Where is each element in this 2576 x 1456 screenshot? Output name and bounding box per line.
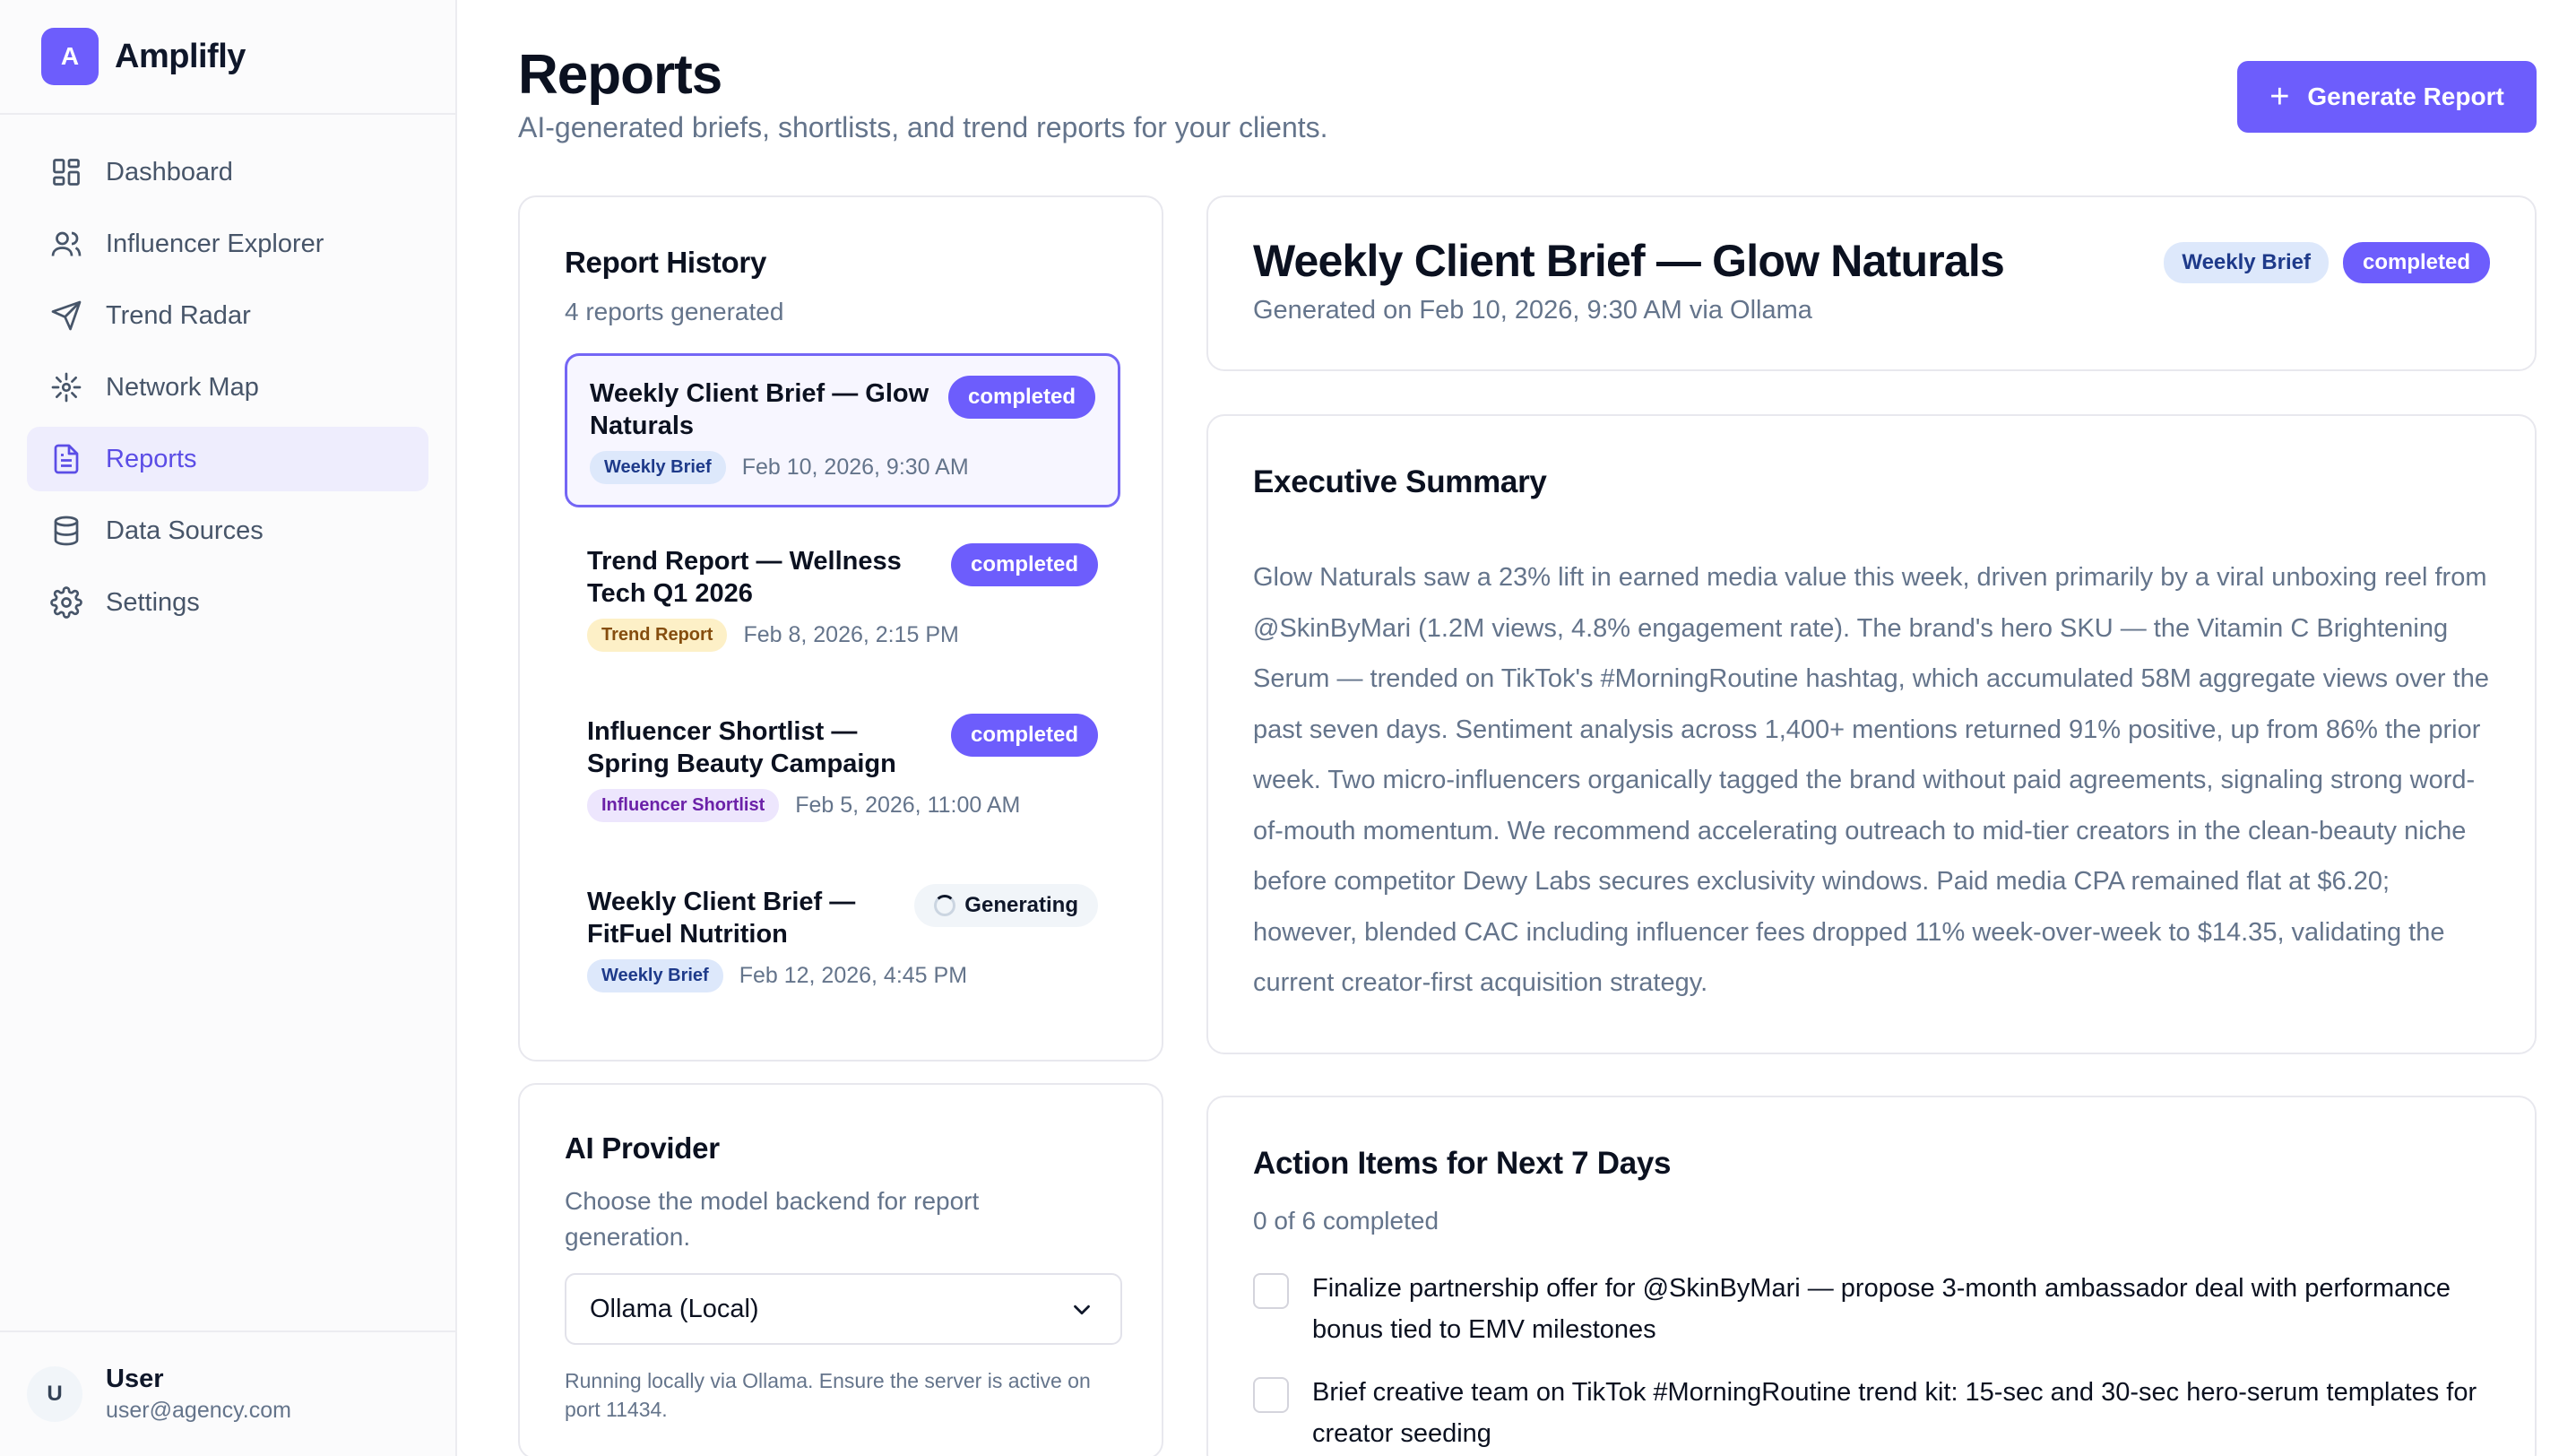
brand-name: Amplifly <box>115 37 246 75</box>
user-name: User <box>106 1365 164 1393</box>
database-icon <box>48 513 84 549</box>
sidebar-item-label: Trend Radar <box>106 300 251 330</box>
report-item-title: Weekly Client Brief — Glow Naturals <box>590 379 929 440</box>
report-badges: Weekly Brief completed <box>2164 242 2490 283</box>
report-type-badge: Weekly Brief <box>590 451 726 484</box>
users-icon <box>48 226 84 262</box>
report-history-item[interactable]: Trend Report — Wellness Tech Q1 2026 com… <box>565 524 1120 678</box>
user-meta: User user@agency.com <box>106 1365 291 1424</box>
action-items-title: Action Items for Next 7 Days <box>1253 1146 1672 1181</box>
report-history-item[interactable]: Weekly Client Brief — FitFuel Nutrition … <box>565 864 1120 1018</box>
gear-icon <box>48 585 84 620</box>
report-generated-info: Generated on Feb 10, 2026, 9:30 AM via O… <box>1253 296 1812 325</box>
action-items-progress: 0 of 6 completed <box>1253 1207 1439 1235</box>
spinner-icon <box>934 895 956 916</box>
report-item-date: Feb 8, 2026, 2:15 PM <box>743 622 959 647</box>
sidebar-item-influencer-explorer[interactable]: Influencer Explorer <box>27 212 428 276</box>
report-type-badge: Weekly Brief <box>587 959 723 992</box>
status-badge: completed <box>2342 242 2490 283</box>
sidebar-item-label: Reports <box>106 444 197 473</box>
ai-provider-hint: Running locally via Ollama. Ensure the s… <box>565 1369 1091 1421</box>
report-item-date: Feb 12, 2026, 4:45 PM <box>739 963 968 988</box>
report-type-badge: Trend Report <box>587 619 728 652</box>
plus-icon: + <box>2269 78 2290 116</box>
sidebar-item-label: Network Map <box>106 372 259 402</box>
report-item-meta: Weekly Brief Feb 10, 2026, 9:30 AM <box>590 451 969 484</box>
action-item-checkbox[interactable] <box>1253 1377 1289 1413</box>
sidebar-item-label: Influencer Explorer <box>106 229 324 258</box>
dashboard-grid-icon <box>48 154 84 190</box>
action-item-text: Finalize partnership offer for @SkinByMa… <box>1312 1274 2451 1344</box>
avatar: U <box>27 1366 82 1422</box>
status-badge: completed <box>950 714 1098 757</box>
report-history-title: Report History <box>565 246 766 279</box>
network-icon <box>48 369 84 405</box>
brand-logo: A <box>41 28 99 85</box>
status-badge: Generating <box>914 884 1098 927</box>
page-subtitle: AI-generated briefs, shortlists, and tre… <box>518 111 1328 143</box>
user-email: user@agency.com <box>106 1398 291 1423</box>
sidebar-item-settings[interactable]: Settings <box>27 570 428 635</box>
report-type-badge: Weekly Brief <box>2164 242 2329 283</box>
sidebar-item-label: Data Sources <box>106 516 264 545</box>
page-title: Reports <box>518 44 722 106</box>
sidebar-item-label: Settings <box>106 587 200 617</box>
sidebar-item-data-sources[interactable]: Data Sources <box>27 498 428 563</box>
file-text-icon <box>48 441 84 477</box>
sidebar-item-reports[interactable]: Reports <box>27 427 428 491</box>
report-item-title: Influencer Shortlist — Spring Beauty Cam… <box>587 717 896 778</box>
sidebar-item-label: Dashboard <box>106 157 233 186</box>
report-history-count: 4 reports generated <box>565 298 784 325</box>
user-profile[interactable]: U User user@agency.com <box>0 1330 455 1456</box>
report-history-card: Report History 4 reports generated Weekl… <box>518 195 1163 1062</box>
sidebar-item-dashboard[interactable]: Dashboard <box>27 140 428 204</box>
report-item-meta: Influencer Shortlist Feb 5, 2026, 11:00 … <box>587 789 1020 822</box>
report-type-badge: Influencer Shortlist <box>587 789 780 822</box>
generate-report-button[interactable]: + Generate Report <box>2237 61 2537 133</box>
report-item-title: Trend Report — Wellness Tech Q1 2026 <box>587 547 902 608</box>
status-badge: completed <box>950 543 1098 586</box>
send-icon <box>48 298 84 334</box>
ai-provider-title: AI Provider <box>565 1131 720 1165</box>
executive-summary-card: Executive Summary Glow Naturals saw a 23… <box>1206 414 2537 1054</box>
action-item: Brief creative team on TikTok #MorningRo… <box>1253 1375 2499 1454</box>
executive-summary-title: Executive Summary <box>1253 464 1547 499</box>
report-history-item[interactable]: Influencer Shortlist — Spring Beauty Cam… <box>565 694 1120 848</box>
chevron-down-icon <box>1074 1304 1090 1315</box>
brand[interactable]: A Amplifly <box>0 0 455 115</box>
report-item-title: Weekly Client Brief — FitFuel Nutrition <box>587 888 856 949</box>
ai-provider-select[interactable]: Ollama (Local) <box>565 1273 1122 1345</box>
ai-provider-card: AI Provider Choose the model backend for… <box>518 1083 1163 1456</box>
sidebar-nav: Dashboard Influencer Explorer Trend Rada… <box>0 115 455 635</box>
report-item-meta: Trend Report Feb 8, 2026, 2:15 PM <box>587 619 959 652</box>
report-title: Weekly Client Brief — Glow Naturals <box>1253 236 2005 286</box>
sidebar: A Amplifly Dashboard Influencer Explorer… <box>0 0 457 1456</box>
report-item-date: Feb 10, 2026, 9:30 AM <box>741 455 969 480</box>
report-item-meta: Weekly Brief Feb 12, 2026, 4:45 PM <box>587 959 967 992</box>
ai-provider-description: Choose the model backend for report gene… <box>565 1187 980 1251</box>
action-items-card: Action Items for Next 7 Days 0 of 6 comp… <box>1206 1096 2537 1456</box>
action-item-checkbox[interactable] <box>1253 1273 1289 1309</box>
status-label: Generating <box>964 893 1078 917</box>
sidebar-item-network-map[interactable]: Network Map <box>27 355 428 420</box>
executive-summary-body: Glow Naturals saw a 23% lift in earned m… <box>1253 563 2489 997</box>
generate-report-label: Generate Report <box>2307 82 2504 110</box>
action-item: Finalize partnership offer for @SkinByMa… <box>1253 1271 2499 1350</box>
sidebar-item-trend-radar[interactable]: Trend Radar <box>27 283 428 348</box>
report-item-date: Feb 5, 2026, 11:00 AM <box>795 793 1021 818</box>
action-item-text: Brief creative team on TikTok #MorningRo… <box>1312 1378 2477 1448</box>
ai-provider-selected: Ollama (Local) <box>590 1294 759 1323</box>
report-header-card: Weekly Client Brief — Glow Naturals Gene… <box>1206 195 2537 371</box>
status-badge: completed <box>947 376 1095 419</box>
report-history-item[interactable]: Weekly Client Brief — Glow Naturals comp… <box>565 353 1120 507</box>
